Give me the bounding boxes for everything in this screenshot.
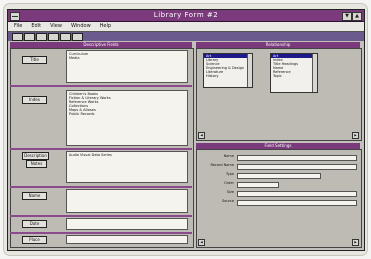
row-separator	[10, 85, 192, 87]
description-text-field[interactable]: Audio Visual Data Series	[66, 151, 188, 183]
notes-button[interactable]: Notes	[26, 160, 47, 168]
field-list[interactable]: Art Index Title Headings Name Reference …	[270, 53, 318, 93]
source-setting-field[interactable]	[237, 200, 357, 206]
list-item[interactable]: Topic	[271, 74, 317, 78]
date-text-field[interactable]	[66, 218, 188, 230]
name-setting-field[interactable]	[237, 155, 357, 161]
category-list-scrollbar[interactable]	[247, 54, 252, 87]
scroll-left-icon[interactable]: ◀	[198, 132, 205, 139]
order-setting-field[interactable]	[237, 182, 279, 188]
app-window: Library Form #2 ▼ ▲ File Edit View Windo…	[7, 9, 365, 251]
size-setting-field[interactable]	[237, 191, 357, 197]
place-text-field[interactable]	[66, 235, 188, 244]
field-list-scrollbar[interactable]	[312, 54, 317, 92]
record-name-setting-field[interactable]	[237, 164, 357, 170]
toolbar-print-icon[interactable]	[48, 33, 59, 41]
scroll-right-icon[interactable]: ▶	[352, 239, 359, 246]
row-separator	[10, 186, 192, 188]
index-text-field[interactable]: Children's Books Fiction & Literary Work…	[66, 90, 188, 146]
menu-edit[interactable]: Edit	[31, 22, 41, 31]
field-label-size: Size	[226, 190, 234, 194]
date-button[interactable]: Date	[22, 220, 47, 228]
minimize-icon[interactable]: ▼	[342, 12, 352, 21]
toolbar	[8, 32, 364, 41]
place-button[interactable]: Place	[22, 236, 47, 244]
toolbar-new-icon[interactable]	[12, 33, 23, 41]
menu-view[interactable]: View	[50, 22, 62, 31]
name-text-field[interactable]	[66, 189, 188, 213]
menu-bar: File Edit View Window Help	[8, 22, 364, 32]
menu-window[interactable]: Window	[71, 22, 91, 31]
category-list[interactable]: Art Library Science Engineering & Design…	[203, 53, 253, 88]
menu-help[interactable]: Help	[100, 22, 111, 31]
toolbar-cut-icon[interactable]	[60, 33, 71, 41]
menu-file[interactable]: File	[14, 22, 22, 31]
field-label-record-name: Record Name	[210, 163, 234, 167]
descriptive-fields-title: Descriptive Fields	[83, 42, 119, 47]
description-button[interactable]: Description	[22, 152, 49, 160]
toolbar-save-icon[interactable]	[36, 33, 47, 41]
field-label-name: Name	[223, 154, 234, 158]
row-separator	[10, 215, 192, 217]
title-text-field[interactable]: Curriculum Media	[66, 50, 188, 83]
field-label-order: Order	[224, 181, 234, 185]
scroll-left-icon[interactable]: ◀	[198, 239, 205, 246]
row-separator	[10, 148, 192, 150]
field-label-source: Source	[221, 199, 234, 203]
title-bar[interactable]: Library Form #2 ▼ ▲	[8, 10, 364, 22]
name-button[interactable]: Name	[22, 192, 47, 200]
scroll-right-icon[interactable]: ▶	[352, 132, 359, 139]
toolbar-open-icon[interactable]	[24, 33, 35, 41]
relationship-title: Relationship	[265, 42, 291, 47]
list-item[interactable]: History	[204, 74, 252, 78]
maximize-icon[interactable]: ▲	[352, 12, 362, 21]
title-button[interactable]: Title	[22, 56, 47, 64]
field-settings-title: Field Settings	[264, 143, 292, 148]
field-label-type: Type	[225, 172, 234, 176]
row-separator	[10, 232, 192, 234]
index-button[interactable]: Index	[22, 96, 47, 104]
type-setting-field[interactable]	[237, 173, 321, 179]
toolbar-copy-icon[interactable]	[72, 33, 83, 41]
window-title: Library Form #2	[153, 11, 219, 19]
